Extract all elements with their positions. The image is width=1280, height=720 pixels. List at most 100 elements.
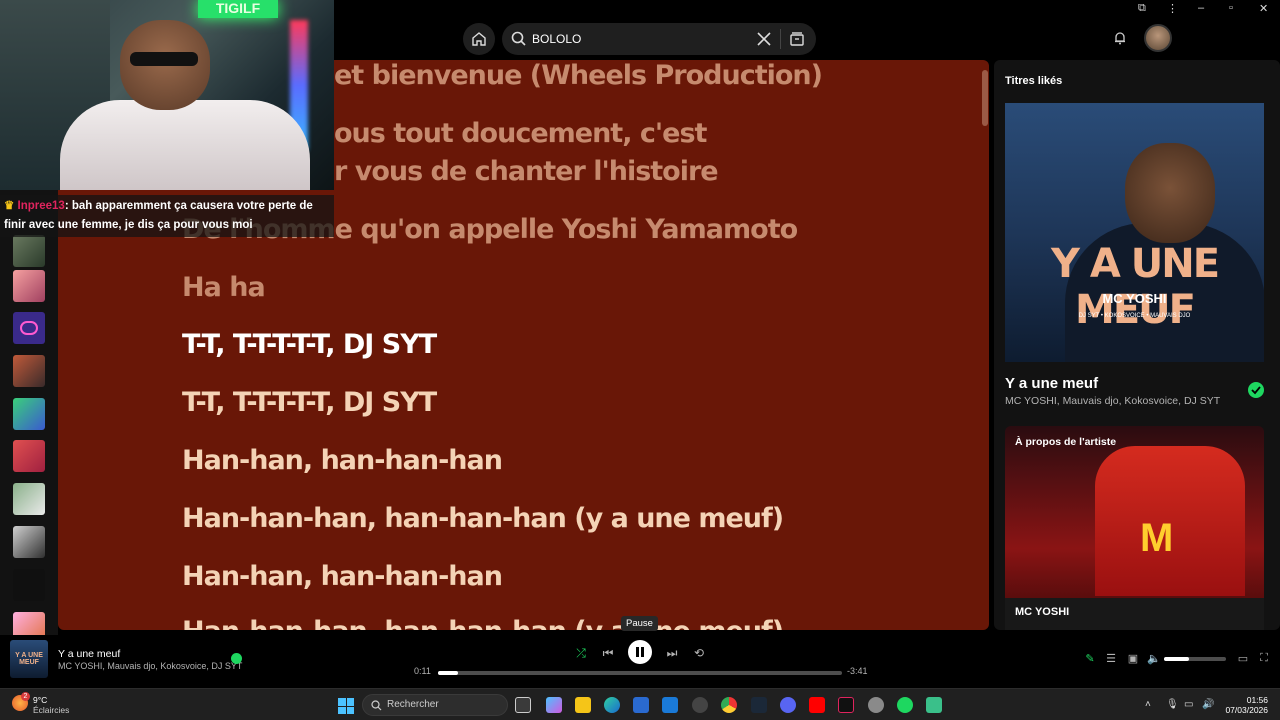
library-item[interactable] — [13, 235, 45, 267]
windows-taskbar: 2 9°C Éclaircies Rechercher ˄ 🎙 ▭ 🔊 01:5… — [0, 688, 1280, 720]
now-playing-artists[interactable]: MC YOSHI, Mauvais djo, Kokosvoice, DJ SY… — [58, 661, 242, 671]
spotify-icon[interactable] — [897, 697, 913, 713]
about-artist-name[interactable]: MC YOSHI — [1005, 598, 1264, 630]
volume-fill — [1164, 657, 1189, 661]
lyric-line[interactable]: Han-han-han, han-han-han (y a une meuf) — [182, 503, 784, 534]
volume-slider[interactable] — [1164, 657, 1226, 661]
pause-icon — [636, 647, 644, 657]
steam-icon[interactable] — [751, 697, 767, 713]
restore-icon[interactable]: ▫ — [1229, 2, 1233, 14]
minimize-icon[interactable]: – — [1198, 2, 1204, 14]
now-playing-cover[interactable]: Y A UNE MEUF — [10, 640, 48, 678]
speaker-icon[interactable]: 🔊 — [1202, 699, 1214, 711]
repeat-icon[interactable]: ⟲ — [689, 643, 709, 663]
file-explorer-icon[interactable] — [575, 697, 591, 713]
weather-badge: 2 — [21, 692, 30, 701]
lyrics-scrollbar[interactable] — [982, 70, 988, 126]
more-options-icon[interactable]: ⋮ — [1167, 2, 1178, 15]
library-item[interactable] — [13, 312, 45, 344]
weather-description[interactable]: Éclaircies — [33, 705, 69, 715]
task-view-icon[interactable] — [515, 697, 531, 713]
cover-artist: MC YOSHI — [1102, 291, 1167, 306]
chat-username: Inpree13 — [17, 200, 65, 212]
lyric-line[interactable]: Han-han, han-han-han — [182, 561, 503, 592]
fullscreen-icon[interactable]: ⛶ — [1257, 652, 1271, 666]
edge-icon[interactable] — [604, 697, 620, 713]
search-bar[interactable] — [502, 23, 816, 55]
home-icon — [472, 32, 486, 46]
jacket-logo: M — [1140, 516, 1174, 560]
previous-track-icon[interactable]: ⏮ — [598, 643, 618, 663]
volume-icon[interactable]: 🔈 — [1147, 652, 1161, 666]
spotify-app: ⧉ ⋮ – ▫ ✕ et bienvenue (Wheels Productio… — [0, 0, 1280, 688]
cover-title: Y A UNE MEUF — [1050, 241, 1220, 333]
user-avatar[interactable] — [1144, 24, 1172, 52]
now-playing-liked-icon[interactable] — [231, 653, 242, 664]
now-playing-view-icon[interactable]: ✎ — [1083, 652, 1097, 666]
copilot-icon[interactable] — [546, 697, 562, 713]
home-button[interactable] — [463, 23, 495, 55]
library-item[interactable] — [13, 483, 45, 515]
clear-search-icon[interactable] — [757, 32, 771, 46]
chat-message: ♛ Inpree13: bah apparemment ça causera v… — [0, 195, 334, 237]
pause-button[interactable] — [628, 640, 652, 664]
store-icon[interactable] — [633, 697, 649, 713]
next-track-icon[interactable]: ⏭ — [662, 643, 682, 663]
now-playing-panel: Titres likés Y A UNE MEUF MC YOSHI DJ SY… — [994, 60, 1280, 630]
now-playing-title[interactable]: Y a une meuf — [58, 648, 120, 660]
crown-icon: ♛ — [4, 200, 15, 212]
notifications-bell-icon[interactable] — [1113, 31, 1127, 45]
show-hidden-icons[interactable]: ˄ — [1145, 699, 1157, 711]
weather-temperature[interactable]: 9°C — [33, 695, 47, 705]
search-divider — [780, 29, 781, 49]
start-button[interactable] — [338, 698, 354, 714]
taskbar-search[interactable]: Rechercher — [362, 694, 508, 716]
cover-featuring: DJ SYT • KOKOSVOICE • MAUVAIS DJO — [1078, 313, 1191, 319]
streamer-body — [60, 100, 310, 190]
browse-icon[interactable] — [789, 31, 805, 47]
progress-bar[interactable] — [438, 671, 842, 675]
liked-check-icon[interactable] — [1248, 382, 1264, 398]
connect-device-icon[interactable]: ▣ — [1126, 652, 1140, 666]
podcast-logo-icon — [20, 321, 38, 335]
library-item[interactable] — [13, 440, 45, 472]
extensions-icon[interactable]: ⧉ — [1138, 2, 1146, 15]
song-artists[interactable]: MC YOSHI, Mauvais djo, Kokosvoice, DJ SY… — [1005, 395, 1220, 407]
lyric-line[interactable]: ous tout doucement, c'est — [334, 118, 707, 149]
discord-icon[interactable] — [780, 697, 796, 713]
pause-tooltip: Pause — [621, 616, 658, 631]
notepad-icon[interactable] — [926, 697, 942, 713]
lyric-line[interactable]: et bienvenue (Wheels Production) — [334, 60, 823, 91]
about-artist-card[interactable]: M À propos de l'artiste MC YOSHI — [1005, 426, 1264, 630]
app-icon[interactable] — [868, 697, 884, 713]
library-item[interactable] — [13, 569, 45, 601]
lyric-line[interactable]: Ha ha — [182, 272, 266, 303]
lyric-line-current[interactable]: T-T, T-T-T-T-T, DJ SYT — [182, 329, 437, 360]
cover-figure-head — [1125, 143, 1215, 243]
network-icon[interactable]: ▭ — [1184, 699, 1196, 711]
shuffle-icon[interactable]: ⤮ — [571, 643, 591, 663]
library-item[interactable] — [13, 526, 45, 558]
clock-date[interactable]: 07/03/2026 — [1222, 705, 1268, 715]
microphone-icon[interactable]: 🎙 — [1166, 699, 1179, 711]
clock-time[interactable]: 01:56 — [1222, 695, 1268, 705]
lyric-line[interactable]: r vous de chanter l'histoire — [334, 156, 719, 187]
album-cover: Y A UNE MEUF MC YOSHI DJ SYT • KOKOSVOIC… — [1005, 103, 1264, 362]
library-item[interactable] — [13, 355, 45, 387]
youtube-icon[interactable] — [809, 697, 825, 713]
close-window-icon[interactable]: ✕ — [1259, 2, 1268, 15]
miniplayer-icon[interactable]: ▭ — [1236, 652, 1250, 666]
taskbar-search-placeholder: Rechercher — [387, 699, 439, 710]
lyric-line[interactable]: Han-han-han, han-han-han (y a une meuf) — [182, 616, 784, 630]
lyric-line[interactable]: Han-han, han-han-han — [182, 445, 503, 476]
queue-icon[interactable]: ☰ — [1104, 652, 1118, 666]
lyric-line[interactable]: T-T, T-T-T-T-T, DJ SYT — [182, 387, 437, 418]
search-input[interactable] — [532, 29, 752, 49]
library-item[interactable] — [13, 398, 45, 430]
outlook-icon[interactable] — [662, 697, 678, 713]
tiktok-icon[interactable] — [838, 697, 854, 713]
library-item[interactable] — [13, 270, 45, 302]
chrome-icon[interactable] — [721, 697, 737, 713]
obs-icon[interactable] — [692, 697, 708, 713]
song-title[interactable]: Y a une meuf — [1005, 375, 1098, 392]
